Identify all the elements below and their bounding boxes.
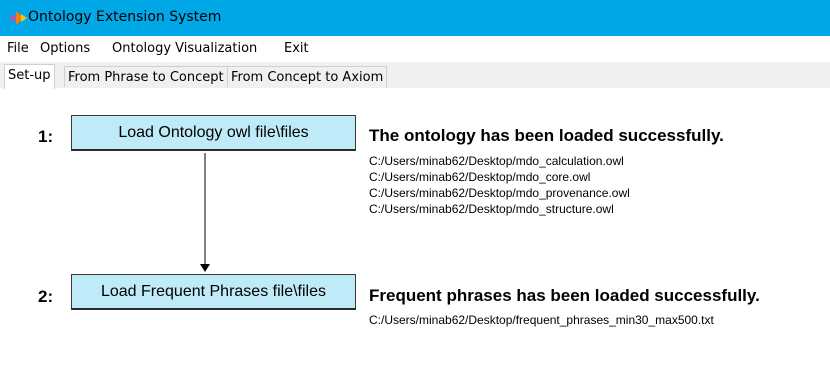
ontology-file-path: C:/Users/minab62/Desktop/mdo_calculation…: [369, 154, 624, 168]
load-ontology-button[interactable]: Load Ontology owl file\files: [71, 115, 356, 151]
menu-bar: File Options Ontology Visualization Exit: [0, 37, 830, 59]
step-1-number: 1:: [38, 127, 54, 146]
flow-arrow-icon: [200, 153, 210, 272]
ontology-file-list: C:/Users/minab62/Desktop/mdo_calculation…: [369, 153, 630, 217]
tab-strip: Set-up From Phrase to Concept From Conce…: [0, 62, 830, 89]
ontology-file-path: C:/Users/minab62/Desktop/mdo_structure.o…: [369, 202, 614, 216]
ontology-status: The ontology has been loaded successfull…: [369, 126, 724, 145]
app-logo-icon: [11, 11, 27, 25]
title-bar: Ontology Extension System: [0, 0, 830, 36]
menu-exit[interactable]: Exit: [284, 41, 309, 56]
menu-file[interactable]: File: [7, 41, 29, 56]
menu-options[interactable]: Options: [40, 41, 90, 56]
tab-set-up[interactable]: Set-up: [4, 64, 55, 89]
window-title: Ontology Extension System: [28, 9, 222, 25]
load-frequent-phrases-button[interactable]: Load Frequent Phrases file\files: [71, 274, 356, 310]
setup-panel: 1: Load Ontology owl file\files The onto…: [0, 88, 830, 377]
phrases-file-list: C:/Users/minab62/Desktop/frequent_phrase…: [369, 312, 714, 328]
phrases-file-path: C:/Users/minab62/Desktop/frequent_phrase…: [369, 313, 714, 327]
tab-from-concept-to-axiom[interactable]: From Concept to Axiom: [227, 66, 388, 87]
menu-ontology-visualization[interactable]: Ontology Visualization: [112, 41, 257, 56]
ontology-file-path: C:/Users/minab62/Desktop/mdo_core.owl: [369, 170, 591, 184]
phrases-status: Frequent phrases has been loaded success…: [369, 286, 760, 305]
step-2-number: 2:: [38, 287, 54, 306]
tab-from-phrase-to-concept[interactable]: From Phrase to Concept: [64, 66, 228, 87]
ontology-file-path: C:/Users/minab62/Desktop/mdo_provenance.…: [369, 186, 630, 200]
